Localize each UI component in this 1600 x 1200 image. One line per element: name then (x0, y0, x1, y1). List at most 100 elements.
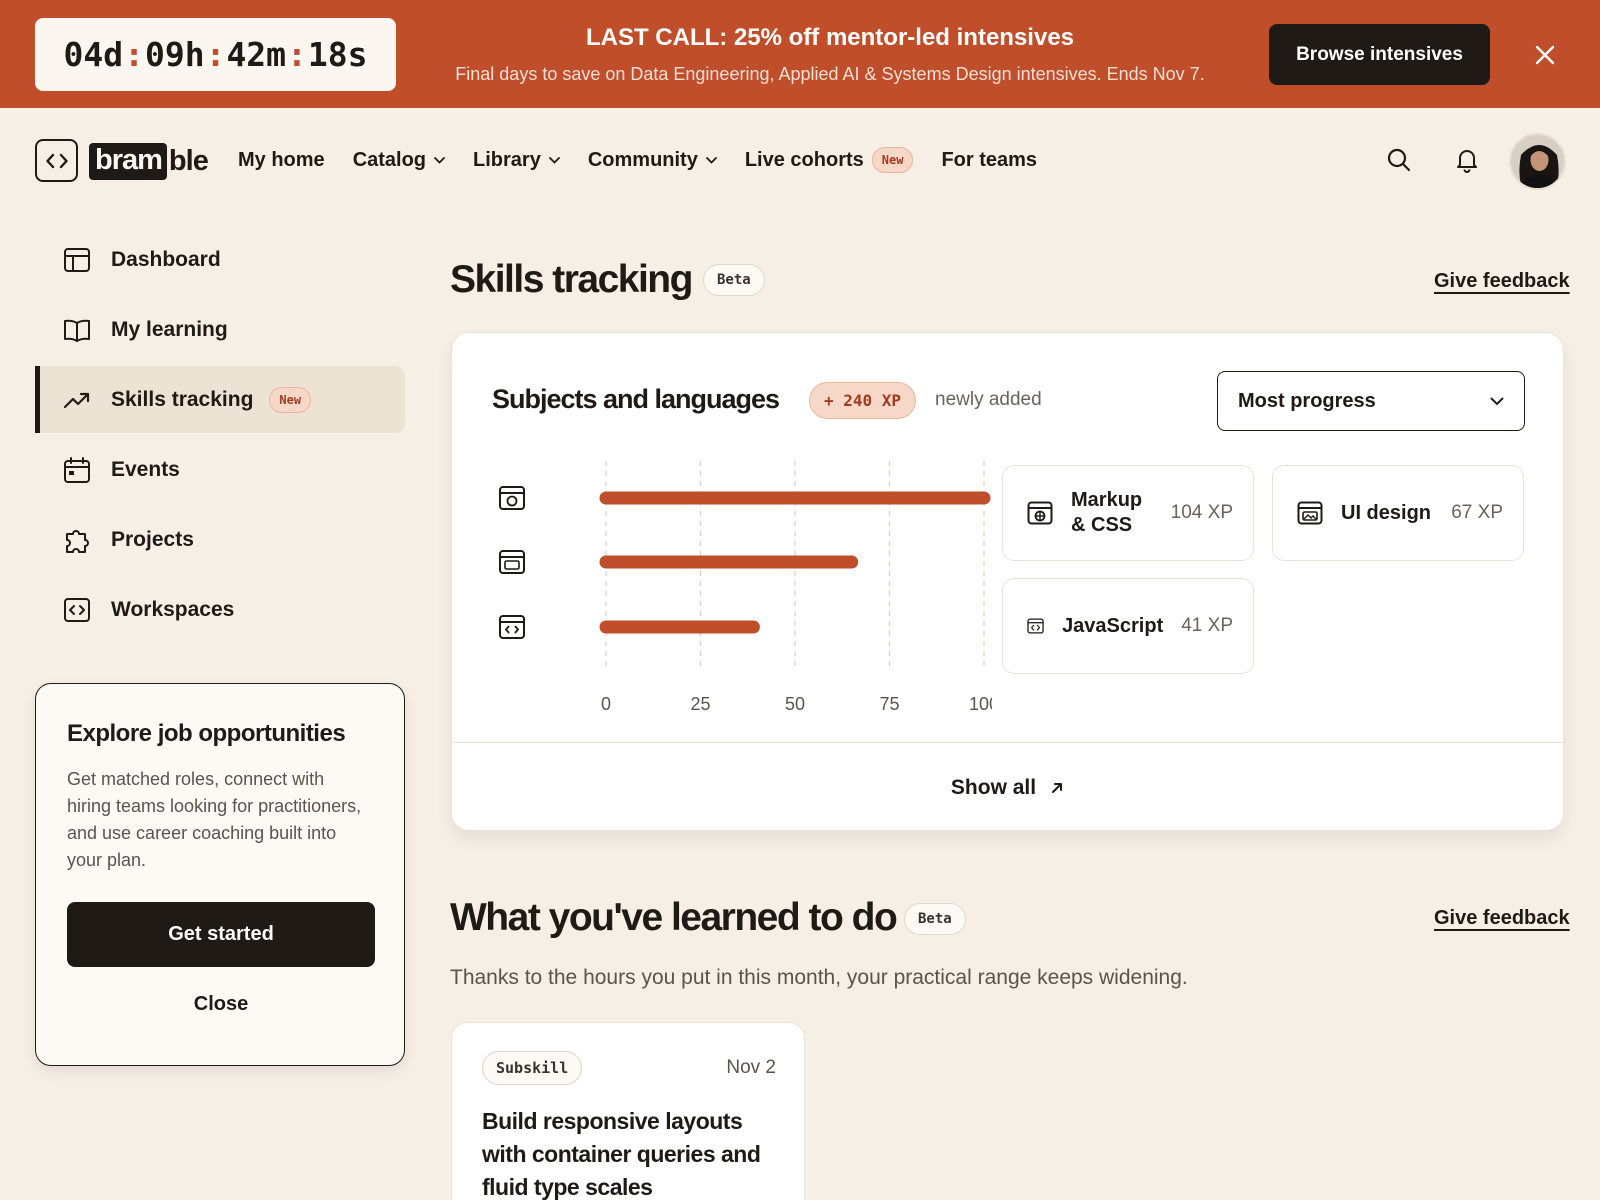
main-nav: My home Catalog Library Community Live c… (238, 142, 1037, 178)
timer-hours: 09h (144, 35, 205, 74)
learned-title: Build responsive layouts with container … (482, 1108, 761, 1200)
timer-separator: : (205, 35, 226, 74)
show-all-link[interactable]: Show all (452, 742, 1563, 832)
job-card-title: Explore job opportunities (67, 720, 346, 747)
nav-live-cohorts[interactable]: Live cohorts New (745, 147, 914, 173)
subskill-tag: Subskill (482, 1051, 583, 1085)
skill-name: Markup & CSS (1071, 489, 1143, 536)
sort-select[interactable]: Most progress (1217, 371, 1525, 431)
sidebar-item-my-learning[interactable]: My learning (35, 296, 405, 363)
sidebar: Dashboard My learning Skills tracking Ne… (35, 226, 405, 646)
browser-icon (499, 486, 525, 510)
code-window-icon (499, 615, 525, 639)
nav-label: Catalog (352, 148, 427, 171)
beta-badge: Beta (904, 903, 966, 935)
nav-label: Community (587, 148, 698, 171)
code-window-icon (1027, 618, 1044, 634)
new-badge: New (871, 147, 914, 173)
nav-my-home[interactable]: My home (238, 149, 325, 172)
book-icon (64, 319, 90, 342)
skill-tile-markup-css[interactable]: Markup & CSS 104 XP (1002, 465, 1254, 561)
card-title: Subjects and languages (492, 384, 780, 414)
sidebar-item-projects[interactable]: Projects (35, 506, 405, 573)
beta-badge: Beta (703, 264, 765, 296)
timer-separator: : (124, 35, 144, 74)
nav-label: Library (473, 148, 541, 171)
learned-card[interactable]: Subskill Nov 2 Build responsive layouts … (451, 1022, 805, 1200)
new-badge: New (269, 386, 312, 413)
learned-date: Nov 2 (726, 1057, 776, 1078)
sidebar-item-skills-tracking[interactable]: Skills tracking New (35, 366, 405, 433)
skill-name: JavaScript (1062, 614, 1164, 637)
sidebar-item-workspaces[interactable]: Workspaces (35, 576, 405, 643)
close-icon[interactable] (1530, 40, 1560, 70)
image-window-icon (1297, 501, 1323, 525)
section-subtitle: Thanks to the hours you put in this mont… (450, 966, 1188, 989)
search-icon[interactable] (1386, 147, 1412, 178)
sidebar-item-label: Projects (111, 527, 194, 551)
sidebar-item-label: Skills tracking (111, 387, 254, 411)
promo-title: LAST CALL: 25% off mentor-led intensives (585, 24, 1075, 51)
bell-icon[interactable] (1454, 147, 1480, 178)
close-button[interactable]: Close (67, 984, 375, 1024)
job-card-body: Get matched roles, connect with hiring t… (67, 769, 362, 870)
nav-library[interactable]: Library (473, 149, 560, 172)
sidebar-item-label: Workspaces (111, 597, 235, 621)
promo-subtitle: Final days to save on Data Engineering, … (455, 64, 1205, 84)
skill-tile-ui-design[interactable]: UI design 67 XP (1272, 465, 1524, 561)
chevron-down-icon (548, 156, 560, 164)
show-all-label: Show all (950, 775, 1037, 799)
skill-tile-javascript[interactable]: JavaScript 41 XP (1002, 578, 1254, 674)
calendar-icon (64, 456, 90, 483)
nav-label: For teams (941, 148, 1038, 171)
give-feedback-link[interactable]: Give feedback (1434, 907, 1570, 930)
sidebar-item-label: My learning (111, 317, 228, 341)
give-feedback-link[interactable]: Give feedback (1434, 270, 1570, 293)
logo-mark[interactable] (35, 139, 78, 182)
get-started-button[interactable]: Get started (67, 902, 375, 967)
page-title: Skills tracking (450, 258, 693, 301)
brand-logo[interactable]: bram ble (89, 142, 209, 180)
sidebar-item-events[interactable]: Events (35, 436, 405, 503)
nav-catalog[interactable]: Catalog (353, 149, 445, 172)
skill-xp: 67 XP (1451, 502, 1503, 523)
nav-label: Live cohorts (744, 148, 864, 171)
code-icon (64, 597, 90, 622)
arrow-up-right-icon (1052, 782, 1063, 793)
timer-days: 04d (63, 35, 124, 74)
browser-icon (1027, 501, 1053, 525)
nav-for-teams[interactable]: For teams (941, 149, 1037, 172)
nav-label: My home (238, 148, 325, 171)
skill-xp: 104 XP (1170, 502, 1233, 523)
xp-note: newly added (935, 389, 1042, 410)
chevron-down-icon (434, 156, 445, 164)
skills-bar-chart: 0 25 50 75 100 (499, 461, 992, 714)
xp-badge: + 240 XP (809, 382, 917, 419)
tick-label: 0 (601, 694, 611, 714)
sort-value: Most progress (1238, 389, 1376, 412)
skill-name: UI design (1341, 501, 1432, 524)
timer-minutes: 42m (226, 35, 287, 74)
browse-intensives-button[interactable]: Browse intensives (1269, 24, 1490, 85)
avatar[interactable] (1509, 133, 1566, 190)
logo-rest: ble (168, 144, 209, 177)
tick-label: 100 (969, 694, 992, 714)
promo-banner: 04d:09h:42m:18s LAST CALL: 25% off mento… (0, 0, 1600, 108)
tick-label: 75 (879, 694, 899, 714)
code-icon (45, 153, 68, 168)
trending-up-icon (63, 392, 90, 408)
nav-community[interactable]: Community (588, 149, 717, 172)
sidebar-item-label: Dashboard (111, 247, 221, 271)
timer-seconds: 18s (307, 35, 368, 74)
layout-icon (64, 247, 90, 272)
image-window-icon (499, 550, 525, 574)
sidebar-item-dashboard[interactable]: Dashboard (35, 226, 405, 293)
puzzle-icon (66, 529, 89, 553)
tick-label: 50 (785, 694, 805, 714)
timer-separator: : (287, 35, 307, 74)
subjects-card: Subjects and languages + 240 XP newly ad… (451, 332, 1564, 831)
countdown-timer: 04d:09h:42m:18s (35, 18, 396, 91)
sidebar-item-label: Events (111, 457, 180, 481)
tick-label: 25 (690, 694, 710, 714)
skill-xp: 41 XP (1181, 615, 1233, 636)
